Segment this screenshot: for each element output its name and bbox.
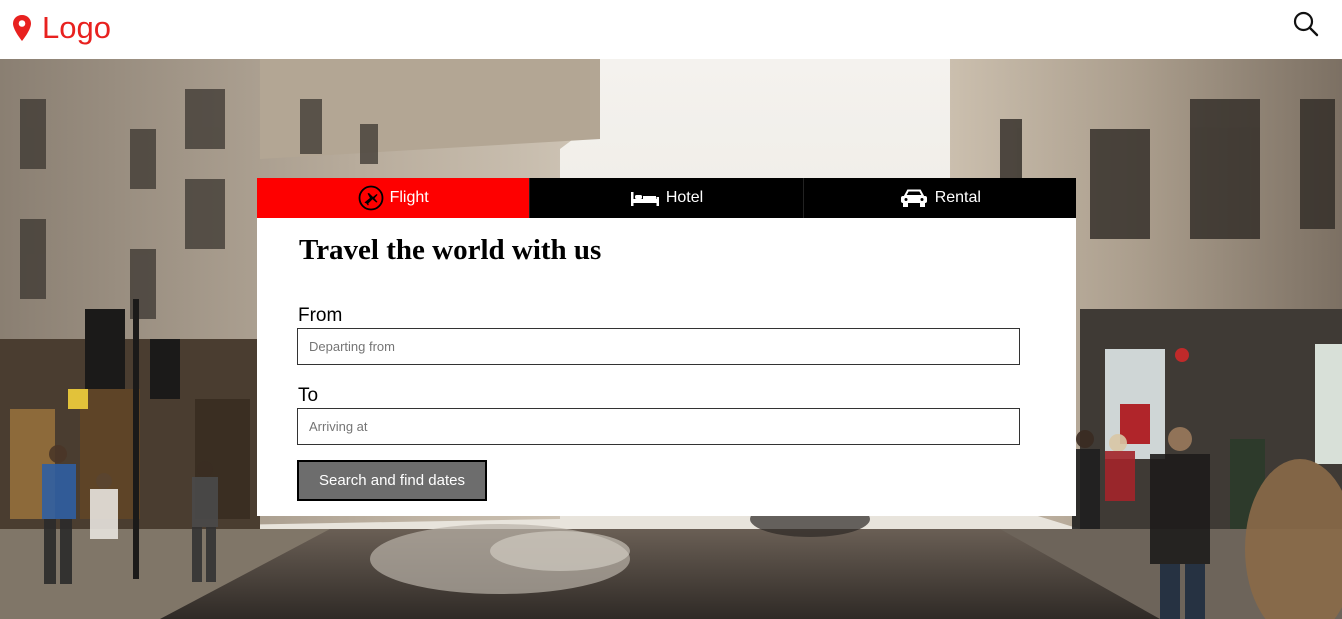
from-label: From xyxy=(298,305,343,326)
car-icon xyxy=(899,185,929,211)
bed-icon xyxy=(630,185,660,211)
to-input[interactable] xyxy=(297,408,1020,445)
map-pin-icon xyxy=(13,15,31,41)
tab-hotel[interactable]: Hotel xyxy=(529,178,802,218)
top-bar: Logo xyxy=(0,0,1342,59)
booking-panel: Flight Hotel Rental Travel the world wit… xyxy=(257,178,1076,516)
from-input[interactable] xyxy=(297,328,1020,365)
search-icon[interactable] xyxy=(1292,10,1320,38)
tab-flight-label: Flight xyxy=(389,189,429,206)
tab-rental-label: Rental xyxy=(934,189,981,206)
to-label: To xyxy=(298,385,319,406)
page-title: Travel the world with us xyxy=(299,234,602,266)
booking-tabs: Flight Hotel Rental xyxy=(257,178,1076,218)
logo[interactable]: Logo xyxy=(12,10,111,46)
search-dates-button[interactable]: Search and find dates xyxy=(297,460,487,501)
airplane-icon xyxy=(358,185,384,211)
tab-rental[interactable]: Rental xyxy=(802,178,1076,218)
logo-text: Logo xyxy=(42,10,111,45)
tab-hotel-label: Hotel xyxy=(665,189,704,206)
tab-flight[interactable]: Flight xyxy=(257,178,530,218)
